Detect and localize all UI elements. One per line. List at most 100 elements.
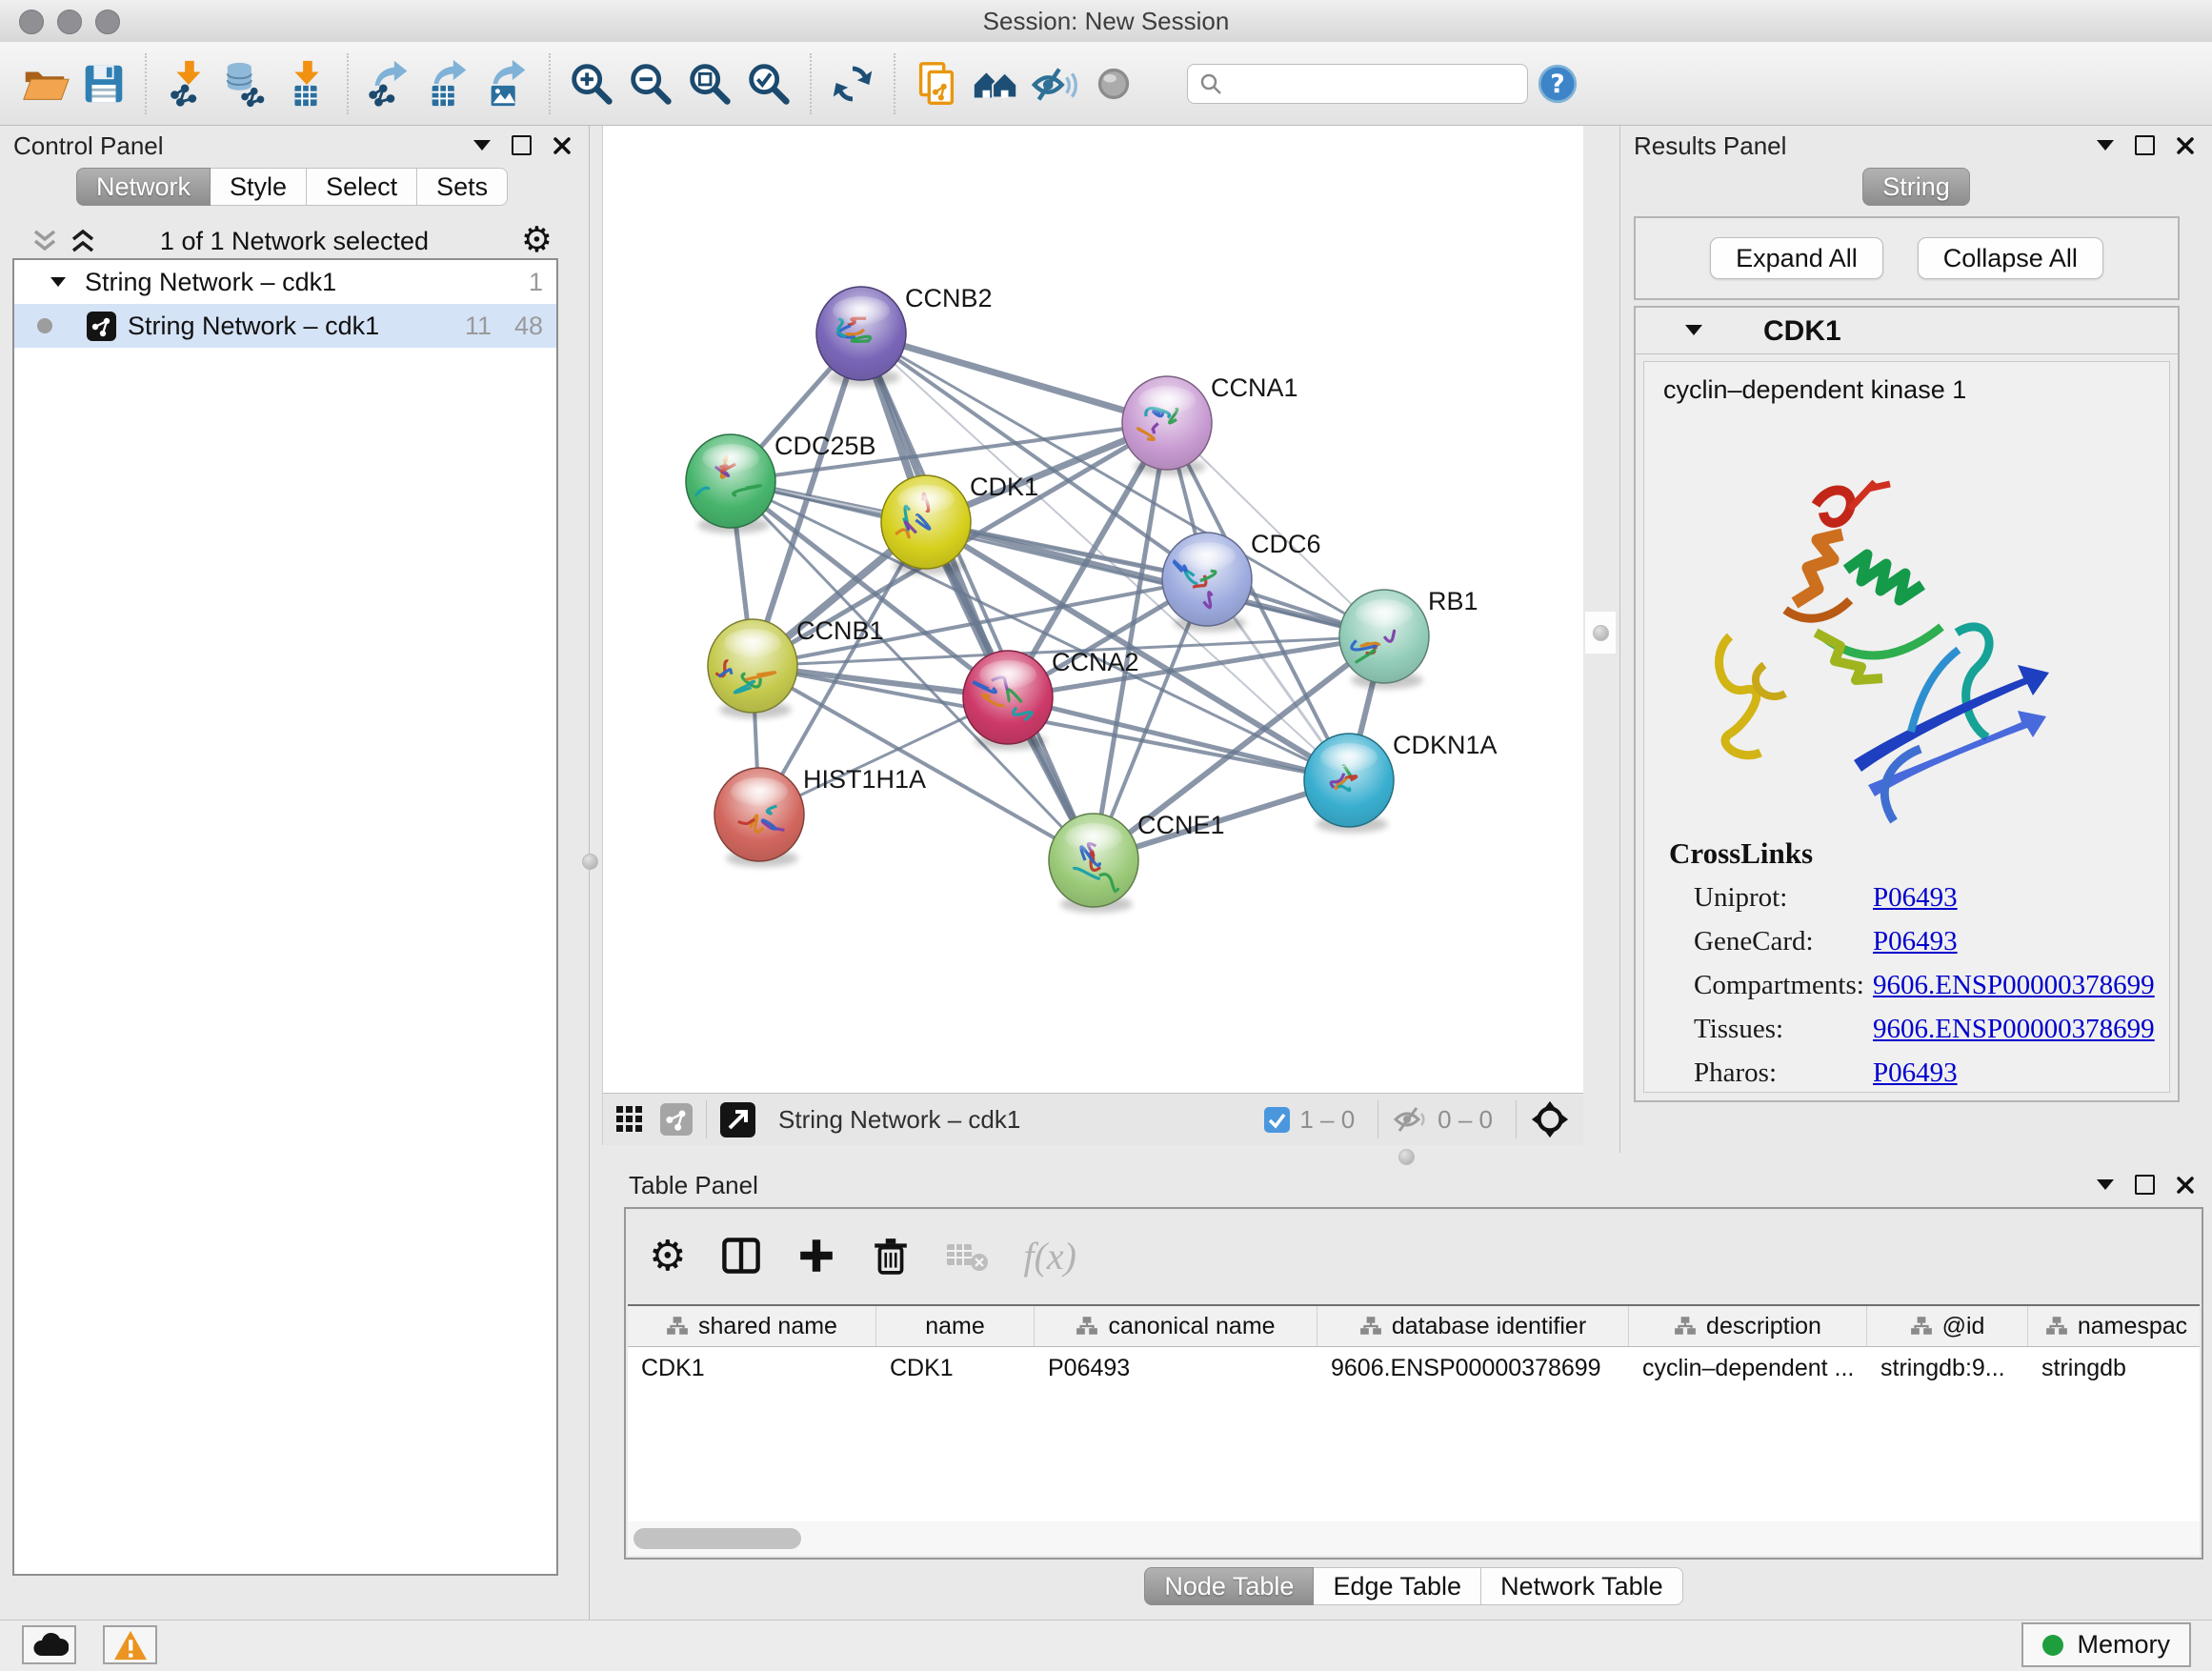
table-cell[interactable]: stringdb:9...: [1867, 1347, 2028, 1389]
table-row[interactable]: CDK1CDK1P064939606.ENSP00000378699cyclin…: [628, 1347, 2200, 1389]
clone-network-button[interactable]: [907, 52, 966, 115]
delete-table-icon[interactable]: [945, 1237, 989, 1275]
import-network-database-button[interactable]: [217, 52, 276, 115]
column-header-namespac[interactable]: namespac: [2028, 1306, 2200, 1346]
table-cell[interactable]: stringdb: [2028, 1347, 2200, 1389]
zoom-fit-button[interactable]: [680, 52, 739, 115]
right-splitter-handle[interactable]: [1593, 625, 1609, 641]
network-node-CCNE1[interactable]: [1049, 814, 1138, 907]
zoom-out-button[interactable]: [621, 52, 680, 115]
gene-collapse-icon[interactable]: [1685, 325, 1702, 335]
minimize-window-button[interactable]: [57, 10, 82, 34]
table-options-gear-icon[interactable]: ⚙: [649, 1232, 686, 1280]
close-window-button[interactable]: [19, 10, 44, 34]
collapse-panel-icon[interactable]: [2097, 140, 2114, 151]
table-horizontal-scrollbar[interactable]: [628, 1521, 2200, 1556]
network-node-CDK1[interactable]: [881, 475, 971, 569]
network-node-CDKN1A[interactable]: [1304, 734, 1394, 827]
expand-all-button[interactable]: Expand All: [1710, 237, 1883, 279]
tab-select[interactable]: Select: [307, 168, 417, 206]
memory-button[interactable]: Memory: [2021, 1622, 2191, 1667]
crosslink-link[interactable]: 9606.ENSP00000378699: [1873, 970, 2155, 1001]
close-panel-icon[interactable]: [553, 136, 572, 155]
crosslink-link[interactable]: P06493: [1873, 882, 1958, 914]
selected-checkbox-icon[interactable]: [1264, 1107, 1290, 1133]
close-panel-icon[interactable]: [2176, 136, 2195, 155]
column-header-description[interactable]: description: [1629, 1306, 1867, 1346]
horizontal-splitter-handle[interactable]: [1398, 1149, 1415, 1165]
tab-string[interactable]: String: [1862, 168, 1970, 206]
show-columns-icon[interactable]: [720, 1235, 762, 1277]
gene-header[interactable]: CDK1: [1636, 308, 2178, 354]
left-splitter-handle[interactable]: [582, 854, 598, 870]
crosslink-link[interactable]: P06493: [1873, 926, 1958, 957]
table-cell[interactable]: CDK1: [876, 1347, 1035, 1389]
tab-node-table[interactable]: Node Table: [1144, 1567, 1314, 1605]
import-table-file-button[interactable]: [276, 52, 335, 115]
column-header-canonical-name[interactable]: canonical name: [1035, 1306, 1317, 1346]
tab-style[interactable]: Style: [211, 168, 307, 206]
import-network-file-button[interactable]: [158, 52, 217, 115]
function-builder-icon[interactable]: f(x): [1023, 1234, 1076, 1278]
crosslink-link[interactable]: 9606.ENSP00000378699: [1873, 1014, 2155, 1045]
close-panel-icon[interactable]: [2176, 1176, 2195, 1195]
hidden-eye-icon[interactable]: [1392, 1105, 1428, 1134]
delete-column-icon[interactable]: [871, 1236, 911, 1276]
tab-sets[interactable]: Sets: [417, 168, 508, 206]
scrollbar-thumb[interactable]: [633, 1528, 801, 1549]
column-header-shared-name[interactable]: shared name: [628, 1306, 876, 1346]
export-image-button[interactable]: [478, 52, 537, 115]
search-input[interactable]: [1187, 64, 1528, 104]
network-node-CCNA2[interactable]: [963, 651, 1053, 744]
float-panel-icon[interactable]: [512, 135, 532, 155]
network-node-RB1[interactable]: [1339, 590, 1429, 683]
table-cell[interactable]: 9606.ENSP00000378699: [1317, 1347, 1629, 1389]
network-node-CDC25B[interactable]: [685, 434, 775, 528]
network-node-CDC6[interactable]: [1162, 533, 1252, 626]
refresh-view-button[interactable]: [823, 52, 882, 115]
network-node-CCNB1[interactable]: [708, 619, 797, 713]
float-panel-icon[interactable]: [2135, 1175, 2155, 1195]
help-button[interactable]: ?: [1528, 52, 1587, 115]
network-edge-CCNB2-CCNA1[interactable]: [861, 333, 1167, 423]
cloud-status-button[interactable]: [22, 1625, 76, 1664]
network-canvas[interactable]: CCNB2CCNA1CDC25BCDK1CDC6RB1CCNB1CCNA2CDK…: [603, 126, 1584, 1094]
tab-edge-table[interactable]: Edge Table: [1314, 1567, 1481, 1605]
show-all-button[interactable]: [966, 52, 1025, 115]
right-splitter[interactable]: [1585, 612, 1616, 654]
network-collection-row[interactable]: String Network – cdk1 1: [14, 260, 556, 304]
float-panel-icon[interactable]: [2135, 135, 2155, 155]
network-node-CCNB2[interactable]: [816, 287, 906, 380]
collapse-panel-icon[interactable]: [473, 140, 491, 151]
column-header-database-identifier[interactable]: database identifier: [1317, 1306, 1629, 1346]
tab-network-table[interactable]: Network Table: [1481, 1567, 1683, 1605]
save-session-button[interactable]: [74, 52, 133, 115]
collection-expand-icon[interactable]: [50, 277, 66, 287]
column-header--id[interactable]: @id: [1867, 1306, 2028, 1346]
collapse-panel-icon[interactable]: [2097, 1179, 2114, 1190]
column-header-name[interactable]: name: [876, 1306, 1035, 1346]
table-cell[interactable]: cyclin–dependent ...: [1629, 1347, 1867, 1389]
zoom-selected-button[interactable]: [739, 52, 798, 115]
export-network-button[interactable]: [360, 52, 419, 115]
string-toolbar-icon[interactable]: [660, 1103, 693, 1136]
tab-network[interactable]: Network: [76, 168, 211, 206]
maximize-window-button[interactable]: [95, 10, 120, 34]
show-graphics-details-button[interactable]: [1084, 52, 1143, 115]
zoom-in-button[interactable]: [562, 52, 621, 115]
hide-selected-button[interactable]: [1025, 52, 1084, 115]
open-in-window-icon[interactable]: [720, 1102, 755, 1137]
network-options-gear-icon[interactable]: ⚙: [521, 219, 553, 260]
network-row-selected[interactable]: String Network – cdk1 11 48: [14, 304, 556, 348]
crosslink-link[interactable]: P06493: [1873, 1057, 1958, 1089]
birdseye-grid-icon[interactable]: [616, 1106, 643, 1133]
add-column-icon[interactable]: [796, 1236, 836, 1276]
navigator-crosshair-icon[interactable]: [1530, 1099, 1570, 1139]
export-table-button[interactable]: [419, 52, 478, 115]
search-text-field[interactable]: [1224, 69, 1495, 98]
table-cell[interactable]: CDK1: [628, 1347, 876, 1389]
network-node-CCNA1[interactable]: [1122, 376, 1212, 470]
network-node-HIST1H1A[interactable]: [714, 768, 804, 861]
warning-status-button[interactable]: [103, 1625, 157, 1664]
open-session-button[interactable]: [15, 52, 74, 115]
